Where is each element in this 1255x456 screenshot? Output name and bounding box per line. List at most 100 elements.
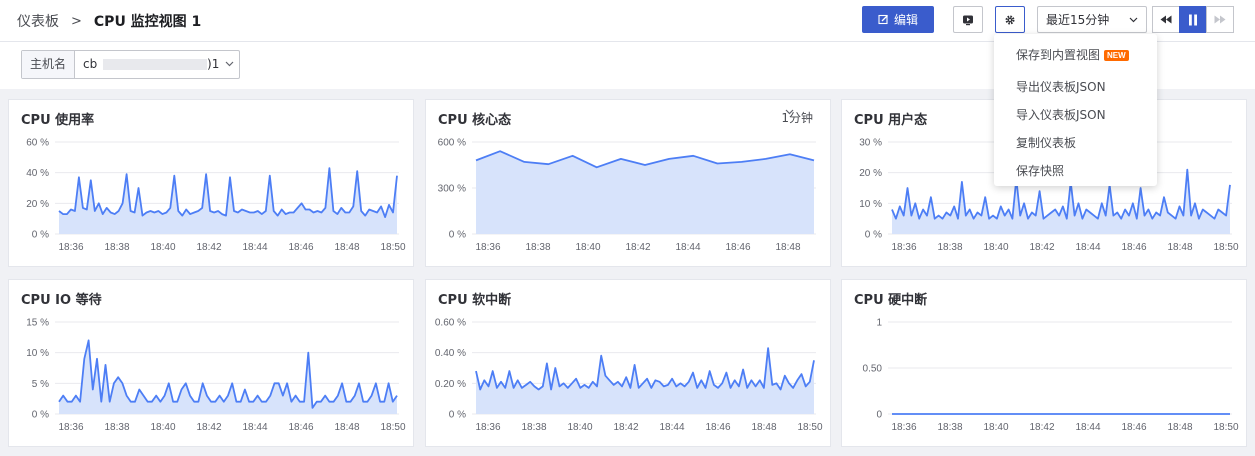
menu-item-save-snapshot[interactable]: 保存快照 [1016, 162, 1064, 179]
page-title: CPU 监控视图 1 [93, 14, 202, 30]
x-tick-label: 18:44 [242, 242, 267, 253]
pause-icon [1189, 14, 1197, 25]
x-tick-label: 18:44 [242, 422, 267, 433]
x-tick-label: 18:36 [891, 242, 916, 253]
menu-item-copy-dashboard[interactable]: 复制仪表板 [1016, 134, 1076, 151]
x-tick-label: 18:48 [334, 242, 359, 253]
x-tick-label: 18:36 [475, 242, 500, 253]
x-tick-label: 18:42 [196, 242, 221, 253]
chevron-down-icon [1129, 17, 1138, 22]
x-tick-label: 18:42 [1029, 242, 1054, 253]
x-tick-label: 18:40 [567, 422, 592, 433]
x-tick-label: 18:46 [725, 242, 750, 253]
y-tick-label: 0.40 % [435, 348, 466, 359]
rewind-button[interactable] [1152, 6, 1180, 33]
pause-button[interactable] [1179, 6, 1207, 33]
x-tick-label: 18:36 [58, 242, 83, 253]
new-badge: NEW [1104, 50, 1129, 61]
x-tick-label: 18:48 [1167, 422, 1192, 433]
screen-icon [963, 15, 973, 25]
x-tick-label: 18:50 [380, 242, 405, 253]
chart-cpu-hardirq: 0 0.50 1 18:36 18:38 18:40 18:42 18:44 18:46 18:4… [863, 318, 1239, 434]
breadcrumb-separator: > [71, 13, 82, 29]
x-tick-label: 18:40 [983, 422, 1008, 433]
x-tick-label: 18:46 [288, 242, 313, 253]
breadcrumb: 仪表板 > CPU 监控视图 1 [17, 11, 201, 31]
rewind-icon [1160, 15, 1172, 24]
x-tick-label: 18:42 [196, 422, 221, 433]
chart-panel-cpu-hardirq: CPU 硬中断 0 0.50 1 18:36 18:38 18:40 18:42 18:44 1… [841, 279, 1247, 447]
x-tick-label: 18:50 [1213, 242, 1238, 253]
y-tick-label: 300 % [438, 184, 466, 195]
time-range-value: 最近15分钟 [1046, 13, 1110, 27]
settings-menu: 保存到内置视图 NEW 导出仪表板JSON 导入仪表板JSON 复制仪表板 保存快… [994, 34, 1157, 186]
chart-cpu-softirq: 0 % 0.20 % 0.40 % 0.60 % 18:36 18:38 18:40 18:4… [435, 318, 823, 434]
breadcrumb-root[interactable]: 仪表板 [17, 11, 59, 31]
host-filter-label: 主机名 [22, 51, 76, 78]
x-tick-label: 18:40 [150, 422, 175, 433]
host-value-redacted [103, 59, 208, 70]
x-tick-label: 18:40 [150, 242, 175, 253]
y-tick-label: 60 % [26, 138, 49, 149]
x-tick-label: 18:40 [983, 242, 1008, 253]
chart-panel-cpu-kernel: CPU 核心态 1分钟 0 % 300 % 600 % 18:36 18:38 18:40… [425, 99, 831, 267]
x-tick-label: 18:36 [891, 422, 916, 433]
gear-icon [1005, 14, 1015, 25]
y-tick-label: 0.50 [863, 364, 883, 375]
x-tick-label: 18:50 [1213, 422, 1238, 433]
x-tick-label: 18:38 [937, 422, 962, 433]
y-tick-label: 0 % [449, 410, 466, 421]
edit-label: 编辑 [893, 13, 918, 27]
edit-icon [878, 14, 888, 25]
x-tick-label: 18:42 [625, 242, 650, 253]
y-tick-label: 0 % [32, 410, 49, 421]
x-tick-label: 18:38 [937, 242, 962, 253]
y-tick-label: 20 % [859, 168, 882, 179]
x-tick-label: 18:46 [1121, 422, 1146, 433]
y-tick-label: 30 % [859, 138, 882, 149]
settings-button[interactable] [995, 6, 1025, 33]
x-tick-label: 18:44 [675, 242, 700, 253]
x-tick-label: 18:44 [659, 422, 684, 433]
x-tick-label: 18:44 [1075, 242, 1100, 253]
x-tick-label: 18:50 [380, 422, 405, 433]
chart-cpu-kernel: 0 % 300 % 600 % 18:36 18:38 18:40 18:42 18:44 18… [438, 138, 816, 253]
menu-item-import-json[interactable]: 导入仪表板JSON [1016, 106, 1106, 123]
series-area [476, 151, 814, 234]
chart-panel-cpu-usage: CPU 使用率 0 % 20 % 40 % 60 % 18:36 18:38 18:40 18… [8, 99, 414, 267]
host-filter[interactable]: 主机名 cb )1 [21, 50, 241, 79]
x-tick-label: 18:38 [104, 242, 129, 253]
x-tick-label: 18:40 [575, 242, 600, 253]
menu-item-save-builtin[interactable]: 保存到内置视图 NEW [1016, 46, 1129, 63]
y-tick-label: 1 [876, 318, 882, 329]
y-tick-label: 40 % [26, 168, 49, 179]
menu-item-label: 保存到内置视图 [1016, 48, 1101, 62]
chevron-down-icon [225, 51, 234, 78]
x-tick-label: 18:36 [58, 422, 83, 433]
y-tick-label: 10 % [859, 199, 882, 210]
x-tick-label: 18:38 [104, 422, 129, 433]
y-tick-label: 0 [876, 410, 882, 421]
y-tick-label: 0 % [865, 230, 882, 241]
chart-cpu-iowait: 0 % 5 % 10 % 15 % 18:36 18:38 18:40 18:42 18:44 1… [26, 318, 406, 434]
y-tick-label: 10 % [26, 348, 49, 359]
y-tick-label: 5 % [32, 379, 49, 390]
chart-cpu-usage: 0 % 20 % 40 % 60 % 18:36 18:38 18:40 18:42 18:44… [26, 138, 406, 254]
time-range-select[interactable]: 最近15分钟 [1037, 6, 1147, 33]
x-tick-label: 18:36 [475, 422, 500, 433]
screen-button[interactable] [953, 6, 983, 33]
x-tick-label: 18:46 [288, 422, 313, 433]
host-select[interactable]: cb )1 [75, 51, 239, 78]
y-tick-label: 0 % [449, 230, 466, 241]
edit-button[interactable]: 编辑 [862, 6, 934, 33]
x-tick-label: 18:38 [521, 422, 546, 433]
fast-forward-button[interactable] [1206, 6, 1234, 33]
x-tick-label: 18:50 [797, 422, 822, 433]
menu-item-export-json[interactable]: 导出仪表板JSON [1016, 78, 1106, 95]
x-tick-label: 18:48 [334, 422, 359, 433]
x-tick-label: 18:48 [1167, 242, 1192, 253]
x-tick-label: 18:44 [1075, 422, 1100, 433]
x-tick-label: 18:38 [525, 242, 550, 253]
x-tick-label: 18:48 [775, 242, 800, 253]
y-tick-label: 20 % [26, 199, 49, 210]
